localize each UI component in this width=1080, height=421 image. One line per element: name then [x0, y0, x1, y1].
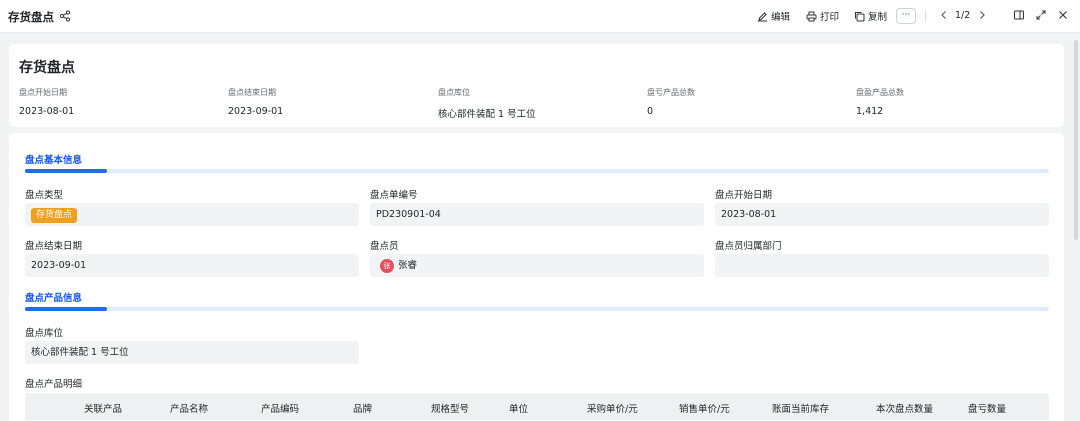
column-header: 本次盘点数量: [876, 404, 934, 415]
pager-indicator: 1/2: [955, 10, 971, 21]
field-label-dept: 盘点员归属部门: [715, 241, 782, 252]
field-location: 核心部件装配 1 号工位: [25, 341, 359, 364]
field-label-detail: 盘点产品明细: [25, 379, 83, 390]
summary-value: 核心部件装配 1 号工位: [438, 109, 536, 120]
copy-label: 复制: [868, 12, 888, 23]
summary-field-gain-total: 盘盈产品总数 1,412: [856, 87, 904, 117]
staff-name: 张睿: [398, 260, 418, 271]
sidebar-panel-icon[interactable]: [1013, 9, 1025, 21]
page-scrollbar[interactable]: [1074, 40, 1078, 240]
section-divider: [25, 307, 1049, 311]
print-button[interactable]: 打印: [806, 9, 839, 23]
column-header: 产品名称: [170, 404, 209, 415]
field-dept: [715, 254, 1049, 277]
column-header: 规格型号: [431, 404, 470, 415]
column-header: 关联产品: [84, 404, 123, 415]
copy-icon: [855, 11, 865, 21]
pencil-icon: [758, 11, 767, 21]
field-label-staff: 盘点员: [370, 241, 399, 252]
summary-value: 2023-08-01: [19, 106, 75, 117]
product-table-header: 关联产品 产品名称 产品编码 品牌 规格型号 单位 采购单价/元 销售单价/元 …: [25, 393, 1049, 420]
staff-chip[interactable]: 张 张睿: [376, 254, 704, 277]
column-header: 品牌: [353, 404, 373, 415]
field-label-end-date: 盘点结束日期: [25, 241, 83, 252]
edit-button[interactable]: 编辑: [757, 9, 790, 23]
column-header: 单位: [509, 404, 529, 415]
column-header: 销售单价/元: [679, 404, 730, 415]
share-icon[interactable]: [59, 10, 71, 22]
section-title-basic: 盘点基本信息: [25, 155, 83, 166]
summary-card: 存货盘点 盘点开始日期 2023-08-01 盘点结束日期 2023-09-01…: [9, 44, 1064, 127]
column-header: 采购单价/元: [587, 404, 638, 415]
field-label-start-date: 盘点开始日期: [715, 190, 773, 201]
summary-field-start-date: 盘点开始日期 2023-08-01: [19, 87, 74, 117]
more-button[interactable]: ···: [896, 8, 916, 24]
avatar: 张: [380, 258, 394, 273]
copy-button[interactable]: 复制: [854, 9, 887, 23]
field-label-type: 盘点类型: [25, 190, 64, 201]
top-toolbar: 存货盘点 编辑 打印 复制 ··· 1/2: [0, 0, 1080, 33]
summary-field-end-date: 盘点结束日期 2023-09-01: [228, 87, 283, 117]
toolbar-divider: [925, 10, 926, 22]
summary-value: 1,412: [856, 106, 884, 117]
column-header: 账面当前库存: [772, 404, 830, 415]
chevron-left-icon[interactable]: [938, 9, 950, 21]
field-label-location: 盘点库位: [25, 328, 64, 339]
summary-label: 盘点库位: [438, 88, 470, 97]
field-number: PD230901-04: [370, 203, 704, 226]
summary-label: 盘盈产品总数: [856, 88, 904, 97]
field-label-number: 盘点单编号: [370, 190, 418, 201]
summary-field-loss-total: 盘亏产品总数 0: [647, 87, 695, 117]
type-tag: 存货盘点: [31, 208, 78, 223]
summary-field-location: 盘点库位 核心部件装配 1 号工位: [438, 87, 536, 120]
summary-title: 存货盘点: [19, 60, 75, 76]
summary-label: 盘点结束日期: [228, 88, 276, 97]
section-accent: [25, 307, 107, 311]
field-end-date: 2023-09-01: [25, 254, 359, 277]
field-start-date: 2023-08-01: [715, 203, 1049, 226]
section-title-products: 盘点产品信息: [25, 293, 83, 304]
page-title: 存货盘点: [8, 10, 54, 24]
chevron-right-icon[interactable]: [976, 9, 988, 21]
field-type: 存货盘点: [25, 203, 359, 226]
summary-value: 2023-09-01: [228, 106, 284, 117]
edit-label: 编辑: [771, 12, 791, 23]
summary-label: 盘点开始日期: [19, 88, 67, 97]
printer-icon: [806, 11, 817, 21]
summary-value: 0: [647, 106, 654, 117]
field-staff: 张 张睿: [370, 254, 704, 277]
column-header: 盘亏数量: [968, 404, 1007, 415]
summary-label: 盘亏产品总数: [647, 88, 695, 97]
section-accent: [25, 169, 107, 173]
detail-card: 盘点基本信息 盘点类型 存货盘点 盘点单编号 PD230901-04 盘点开始日…: [9, 133, 1064, 421]
close-icon[interactable]: [1057, 9, 1069, 21]
column-header: 产品编码: [261, 404, 300, 415]
print-label: 打印: [820, 12, 840, 23]
expand-icon[interactable]: [1035, 9, 1047, 21]
section-divider: [25, 169, 1049, 173]
